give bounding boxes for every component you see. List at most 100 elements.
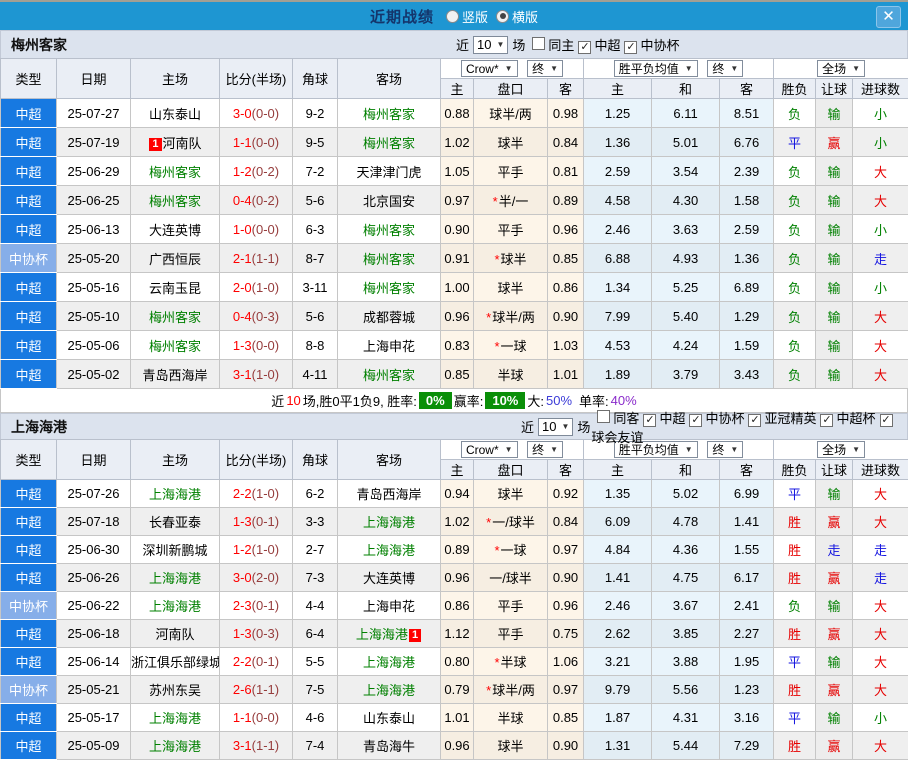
score-cell: 2-1(1-1) <box>220 244 293 273</box>
score-cell: 2-2(1-0) <box>220 480 293 508</box>
chevron-down-icon: ▼ <box>730 64 738 73</box>
filter-checkbox[interactable]: ✓ <box>689 414 702 427</box>
away-team-name: 大连英博 <box>363 571 415 586</box>
matches-table: 类型 日期 主场 比分(半场) 角球 客场 Crow*▼ 终▼ 胜平负均值▼ 终… <box>0 439 908 760</box>
league-type-cell: 中超 <box>1 564 57 592</box>
avg-draw-cell: 3.85 <box>652 620 720 648</box>
profit-rate-label: 赢率: <box>454 391 484 410</box>
avg-away-cell: 1.58 <box>720 186 774 215</box>
home-odds-cell: 1.05 <box>441 157 474 186</box>
reverse-star-icon: * <box>494 543 499 558</box>
goals-cell: 大 <box>853 732 908 760</box>
match-row: 中协杯25-05-21苏州东吴2-6(1-1)7-5上海海港0.79*球半/两0… <box>1 676 908 704</box>
chevron-down-icon: ▼ <box>505 64 513 73</box>
date-cell: 25-06-26 <box>57 564 131 592</box>
match-row: 中超25-05-17上海海港1-1(0-0)4-6山东泰山1.01半球0.851… <box>1 704 908 732</box>
fulltime-score: 1-3 <box>233 514 252 529</box>
horizontal-layout-label[interactable]: 横版 <box>512 7 538 26</box>
handicap-cell: *球半/两 <box>474 676 548 704</box>
league-type-cell: 中超 <box>1 157 57 186</box>
filter-checkbox[interactable] <box>532 37 545 50</box>
wdl-cell: 胜 <box>774 620 816 648</box>
final-avg-dropdown[interactable]: 终▼ <box>707 60 743 77</box>
final-odds-dropdown[interactable]: 终▼ <box>527 60 563 77</box>
wdl-cell: 平 <box>774 480 816 508</box>
halftime-score: (0-0) <box>252 222 279 237</box>
halftime-score: (0-2) <box>252 164 279 179</box>
home-team-cell: 浙江俱乐部绿城 <box>131 648 220 676</box>
scope-dropdown[interactable]: 全场▼ <box>817 60 865 77</box>
avg-draw-cell: 6.11 <box>652 99 720 128</box>
match-row: 中协杯25-06-22上海海港2-3(0-1)4-4上海申花0.86平手0.96… <box>1 592 908 620</box>
filter-checkbox[interactable]: ✓ <box>578 41 591 54</box>
handicap-cell: *球半 <box>474 244 548 273</box>
date-cell: 25-07-19 <box>57 128 131 157</box>
recent-count-select[interactable]: 10 ▼ <box>473 36 508 54</box>
horizontal-layout-radio[interactable] <box>496 10 509 23</box>
near-label: 近 <box>521 417 534 436</box>
league-type-cell: 中超 <box>1 648 57 676</box>
home-team-cell: 上海海港 <box>131 480 220 508</box>
col-handicap: 盘口 <box>474 460 548 480</box>
away-team-cell: 大连英博 <box>338 564 441 592</box>
col-score: 比分(半场) <box>220 440 293 480</box>
fulltime-score: 3-1 <box>233 367 252 382</box>
home-team-name: 上海海港 <box>149 711 201 726</box>
halftime-score: (1-0) <box>252 280 279 295</box>
home-odds-cell: 0.97 <box>441 186 474 215</box>
away-odds-cell: 0.85 <box>548 704 584 732</box>
home-odds-cell: 1.02 <box>441 128 474 157</box>
filter-checkbox[interactable]: ✓ <box>820 414 833 427</box>
filter-label: 中超 <box>659 411 685 426</box>
col-let: 让球 <box>816 79 853 99</box>
corner-cell: 5-5 <box>293 648 338 676</box>
close-button[interactable]: ✕ <box>876 6 901 28</box>
bookmaker-dropdown[interactable]: Crow*▼ <box>461 60 518 77</box>
filter-checkbox[interactable]: ✓ <box>643 414 656 427</box>
home-team-name: 上海海港 <box>149 487 201 502</box>
filter-checkbox[interactable]: ✓ <box>624 41 637 54</box>
handicap-result-cell: 输 <box>816 331 853 360</box>
away-odds-cell: 0.96 <box>548 215 584 244</box>
date-cell: 25-06-14 <box>57 648 131 676</box>
avg-home-cell: 6.88 <box>584 244 652 273</box>
chevron-down-icon: ▼ <box>685 64 693 73</box>
away-team-cell: 上海海港1 <box>338 620 441 648</box>
league-type-cell: 中超 <box>1 480 57 508</box>
avg-home-cell: 1.31 <box>584 732 652 760</box>
away-team-name: 上海申花 <box>363 339 415 354</box>
section-shanghai: 上海海港 近 10 ▼ 场 同客✓中超✓中协杯✓亚冠精英✓中超杯✓球会友谊 <box>0 413 908 760</box>
goals-cell: 小 <box>853 215 908 244</box>
avg-draw-cell: 5.40 <box>652 302 720 331</box>
filter-checkbox[interactable]: ✓ <box>880 414 893 427</box>
recent-count-select[interactable]: 10 ▼ <box>538 418 573 436</box>
vertical-layout-radio[interactable] <box>446 10 459 23</box>
radio-dot-icon <box>449 13 455 19</box>
home-odds-cell: 0.83 <box>441 331 474 360</box>
away-team-name: 上海海港 <box>356 627 408 642</box>
filter-checkbox[interactable]: ✓ <box>748 414 761 427</box>
match-row: 中超25-07-191河南队1-1(0-0)9-5梅州客家1.02球半0.841… <box>1 128 908 157</box>
wdl-avg-dropdown[interactable]: 胜平负均值▼ <box>614 60 698 77</box>
wdl-cell: 平 <box>774 704 816 732</box>
home-team-cell: 广西恒辰 <box>131 244 220 273</box>
bookmaker-dropdown[interactable]: Crow*▼ <box>461 441 518 458</box>
goals-cell: 走 <box>853 564 908 592</box>
league-type-cell: 中超 <box>1 215 57 244</box>
home-odds-cell: 0.88 <box>441 99 474 128</box>
vertical-layout-label[interactable]: 竖版 <box>462 7 488 26</box>
avg-home-cell: 9.79 <box>584 676 652 704</box>
away-team-cell: 梅州客家 <box>338 128 441 157</box>
wdl-cell: 负 <box>774 157 816 186</box>
chevron-down-icon: ▼ <box>685 445 693 454</box>
date-cell: 25-06-25 <box>57 186 131 215</box>
league-type-cell: 中超 <box>1 128 57 157</box>
filter-checkbox[interactable] <box>597 410 610 423</box>
goals-cell: 大 <box>853 648 908 676</box>
avg-home-cell: 7.99 <box>584 302 652 331</box>
handicap-result-cell: 输 <box>816 360 853 389</box>
team-name: 上海海港 <box>1 417 67 437</box>
home-team-name: 上海海港 <box>149 571 201 586</box>
goals-cell: 大 <box>853 331 908 360</box>
wdl-cell: 负 <box>774 215 816 244</box>
